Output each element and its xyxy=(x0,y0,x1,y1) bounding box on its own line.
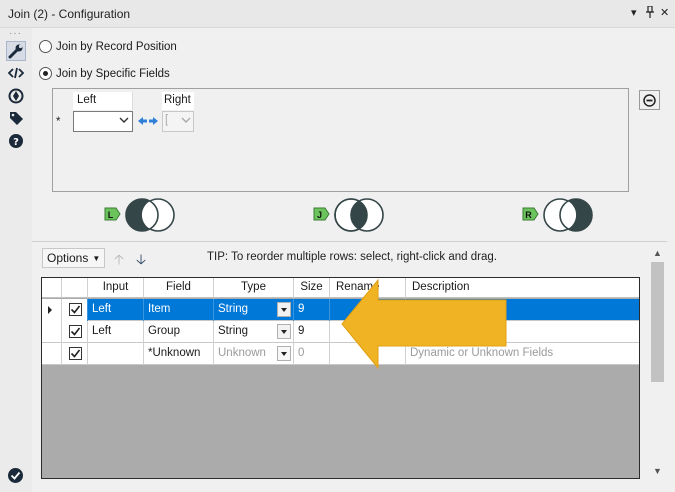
join-badge-label: J xyxy=(317,210,322,220)
target-icon[interactable] xyxy=(6,86,26,106)
move-up-icon[interactable]: 🡡 xyxy=(114,249,124,273)
type-dropdown-button[interactable] xyxy=(277,324,291,339)
menu-dropdown-icon[interactable]: ▾ xyxy=(631,6,637,19)
right-badge-label: R xyxy=(525,210,532,220)
join-by-position-option[interactable]: Join by Record Position xyxy=(39,40,177,53)
remove-row-button[interactable] xyxy=(639,90,660,110)
cell-input: Left xyxy=(88,299,144,321)
cell-size[interactable]: 0 xyxy=(294,343,330,365)
header-size[interactable]: Size xyxy=(294,278,330,298)
right-column-header: Right xyxy=(162,92,194,110)
row-checkbox[interactable] xyxy=(69,347,82,360)
cell-field: *Unknown xyxy=(144,343,214,365)
cell-size[interactable]: 9 xyxy=(294,299,330,321)
join-by-fields-option[interactable]: Join by Specific Fields xyxy=(39,67,170,80)
join-by-position-label: Join by Record Position xyxy=(56,40,177,53)
cell-size[interactable]: 9 xyxy=(294,321,330,343)
radio-position[interactable] xyxy=(39,40,52,53)
window-title: Join (2) - Configuration xyxy=(8,7,131,21)
cell-input xyxy=(88,343,144,365)
help-icon[interactable]: ? xyxy=(6,131,26,151)
tag-icon[interactable] xyxy=(6,108,26,128)
left-field-select[interactable] xyxy=(73,111,133,132)
type-dropdown-button[interactable] xyxy=(277,346,291,361)
scroll-down-icon[interactable]: ▼ xyxy=(653,466,662,476)
cell-field: Item xyxy=(144,299,214,321)
cell-input: Left xyxy=(88,321,144,343)
pin-icon[interactable] xyxy=(645,5,655,21)
right-output-anchor[interactable]: R xyxy=(522,198,594,234)
row-checkbox[interactable] xyxy=(69,325,82,338)
scroll-up-icon[interactable]: ▲ xyxy=(653,248,662,258)
header-field[interactable]: Field xyxy=(144,278,214,298)
row-indicator xyxy=(42,343,62,365)
row-indicator xyxy=(42,321,62,343)
title-bar: Join (2) - Configuration ▾ ✕ xyxy=(0,0,675,28)
wrench-icon[interactable] xyxy=(6,41,26,61)
chevron-down-icon xyxy=(119,115,129,128)
cell-field: Group xyxy=(144,321,214,343)
options-label: Options xyxy=(47,251,89,265)
header-input[interactable]: Input xyxy=(88,278,144,298)
join-link-arrows-icon xyxy=(137,115,159,127)
right-field-select[interactable]: [ xyxy=(162,111,194,132)
row-pointer-icon xyxy=(42,299,62,321)
select-toolbar: Options ▼ 🡡 🡣 TIP: To reorder multiple r… xyxy=(40,246,640,270)
new-row-marker: * xyxy=(56,116,61,128)
header-type[interactable]: Type xyxy=(214,278,294,298)
radio-fields[interactable] xyxy=(39,67,52,80)
join-by-fields-label: Join by Specific Fields xyxy=(56,67,170,80)
vertical-scrollbar[interactable]: ▲ ▼ xyxy=(650,246,665,480)
drag-dots: ··· xyxy=(9,28,22,39)
svg-text:?: ? xyxy=(13,137,19,148)
options-button[interactable]: Options ▼ xyxy=(42,248,106,268)
join-output-anchor[interactable]: J xyxy=(313,198,385,234)
join-fields-grid: * Left Right [ xyxy=(52,88,629,192)
row-checkbox[interactable] xyxy=(69,303,82,316)
reorder-tip: TIP: To reorder multiple rows: select, r… xyxy=(207,251,497,263)
checkbox-header xyxy=(62,278,88,298)
validation-check-icon xyxy=(7,467,24,487)
callout-arrow xyxy=(340,278,510,373)
left-toolbar: ··· ? xyxy=(0,28,32,492)
left-output-anchor[interactable]: L xyxy=(104,198,176,234)
right-field-value: [ xyxy=(165,114,169,126)
scrollbar-thumb[interactable] xyxy=(651,262,664,382)
move-down-icon[interactable]: 🡣 xyxy=(136,249,146,273)
close-icon[interactable]: ✕ xyxy=(660,6,669,19)
chevron-down-icon xyxy=(181,115,191,128)
minus-circle-icon xyxy=(643,93,656,107)
type-dropdown-button[interactable] xyxy=(277,302,291,317)
row-indicator-header xyxy=(42,278,62,298)
code-icon[interactable] xyxy=(6,63,26,83)
left-column-header: Left xyxy=(73,92,133,110)
caret-down-icon: ▼ xyxy=(92,253,101,263)
section-divider xyxy=(32,241,667,242)
left-badge-label: L xyxy=(108,210,114,220)
